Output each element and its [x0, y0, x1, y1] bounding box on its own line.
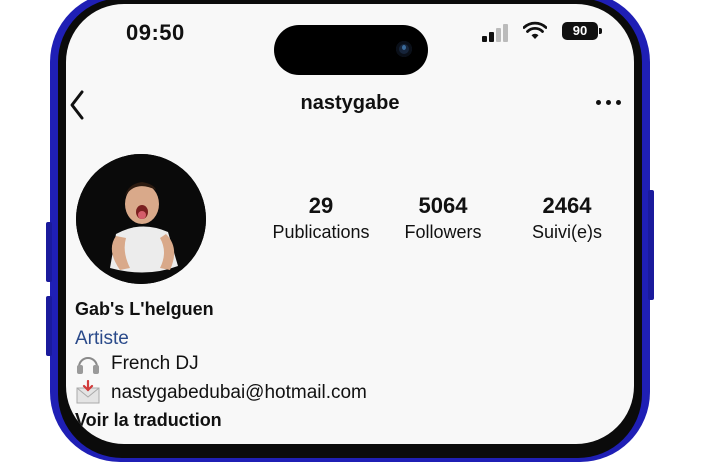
- profile-display-name: Gab's L'helguen: [75, 299, 214, 319]
- email-address: nastygabedubai@hotmail.com: [111, 382, 367, 403]
- stat-label: Followers: [404, 222, 482, 242]
- headphones-icon: [77, 357, 99, 374]
- bio-line-french-dj: French DJ: [75, 351, 199, 377]
- front-camera-icon: [396, 41, 412, 57]
- envelope-icon: [76, 380, 100, 404]
- side-button: [648, 190, 654, 300]
- stat-value: 29: [308, 193, 334, 218]
- side-button: [46, 222, 52, 282]
- bio-line-text: French DJ: [111, 353, 199, 374]
- phone-screen: 09:50 90 nastygabe 29 Publications 5064 …: [66, 4, 634, 444]
- stat-followers[interactable]: 5064 Followers: [386, 192, 500, 244]
- stat-label: Suivi(e)s: [531, 222, 602, 242]
- stat-publications[interactable]: 29 Publications: [260, 192, 382, 244]
- avatar[interactable]: [76, 154, 206, 284]
- stat-value: 5064: [418, 193, 468, 218]
- stat-following[interactable]: 2464 Suivi(e)s: [512, 192, 622, 244]
- cellular-signal-icon: [482, 24, 514, 42]
- profile-photo: [76, 154, 206, 284]
- wifi-icon: [523, 21, 547, 39]
- status-time: 09:50: [126, 20, 185, 45]
- battery-indicator: 90: [562, 22, 602, 40]
- profile-username: nastygabe: [300, 92, 400, 114]
- see-translation-link[interactable]: Voir la traduction: [75, 410, 222, 431]
- bio-line-email[interactable]: nastygabedubai@hotmail.com: [75, 380, 367, 406]
- stat-value: 2464: [542, 193, 592, 218]
- dynamic-island: [274, 25, 428, 75]
- side-button: [46, 296, 52, 356]
- more-options-icon[interactable]: [596, 98, 624, 108]
- stat-label: Publications: [272, 222, 370, 242]
- profile-category-link[interactable]: Artiste: [75, 328, 129, 350]
